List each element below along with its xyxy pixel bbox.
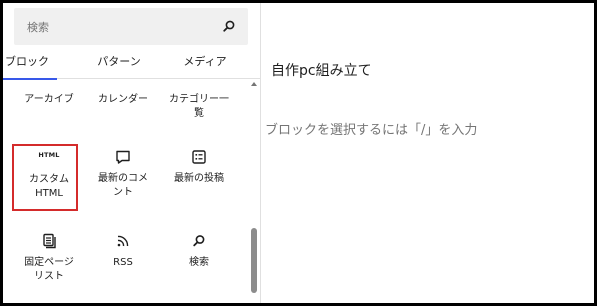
block-latest-comments[interactable]: 最新のコメント: [87, 148, 159, 200]
tab-patterns[interactable]: パターン: [89, 47, 149, 79]
block-appender-placeholder[interactable]: ブロックを選択するには「/」を入力: [265, 119, 477, 138]
search-icon: [193, 235, 205, 247]
highlight-box: [12, 144, 78, 211]
block-search[interactable]: 検索: [14, 8, 248, 45]
comment-icon: [116, 150, 130, 164]
post-list-icon: [192, 150, 206, 164]
block-label: RSS: [113, 257, 133, 268]
tab-media[interactable]: メディア: [175, 47, 235, 79]
block-label: 最新の投稿: [174, 173, 224, 184]
panel-divider: [260, 3, 261, 303]
block-label: アーカイブ: [24, 94, 74, 105]
tab-blocks[interactable]: ブロック: [3, 47, 57, 80]
block-search-widget[interactable]: 検索: [163, 232, 235, 270]
post-title[interactable]: 自作pc組み立て: [271, 60, 372, 80]
block-label: 検索: [189, 257, 209, 268]
block-archive[interactable]: アーカイブ: [13, 93, 85, 107]
block-latest-posts[interactable]: 最新の投稿: [163, 148, 235, 186]
block-calendar[interactable]: カレンダー: [87, 93, 159, 107]
block-rss[interactable]: RSS: [87, 232, 159, 270]
search-icon[interactable]: [222, 19, 236, 33]
scrollbar-thumb[interactable]: [251, 228, 257, 293]
scroll-up-arrow-icon[interactable]: [251, 82, 257, 86]
block-label: 最新のコメント: [98, 173, 148, 198]
inserter-tabs: ブロック パターン メディア: [3, 47, 260, 80]
search-input[interactable]: 検索: [27, 19, 49, 35]
block-label: カレンダー: [98, 94, 148, 105]
block-page-list[interactable]: 固定ページリスト: [13, 232, 85, 284]
rss-icon: [117, 235, 129, 247]
block-label: カテゴリー一覧: [169, 94, 229, 119]
block-label: 固定ページリスト: [24, 257, 74, 282]
pages-icon: [43, 233, 56, 249]
block-categories[interactable]: カテゴリー一覧: [163, 93, 235, 121]
